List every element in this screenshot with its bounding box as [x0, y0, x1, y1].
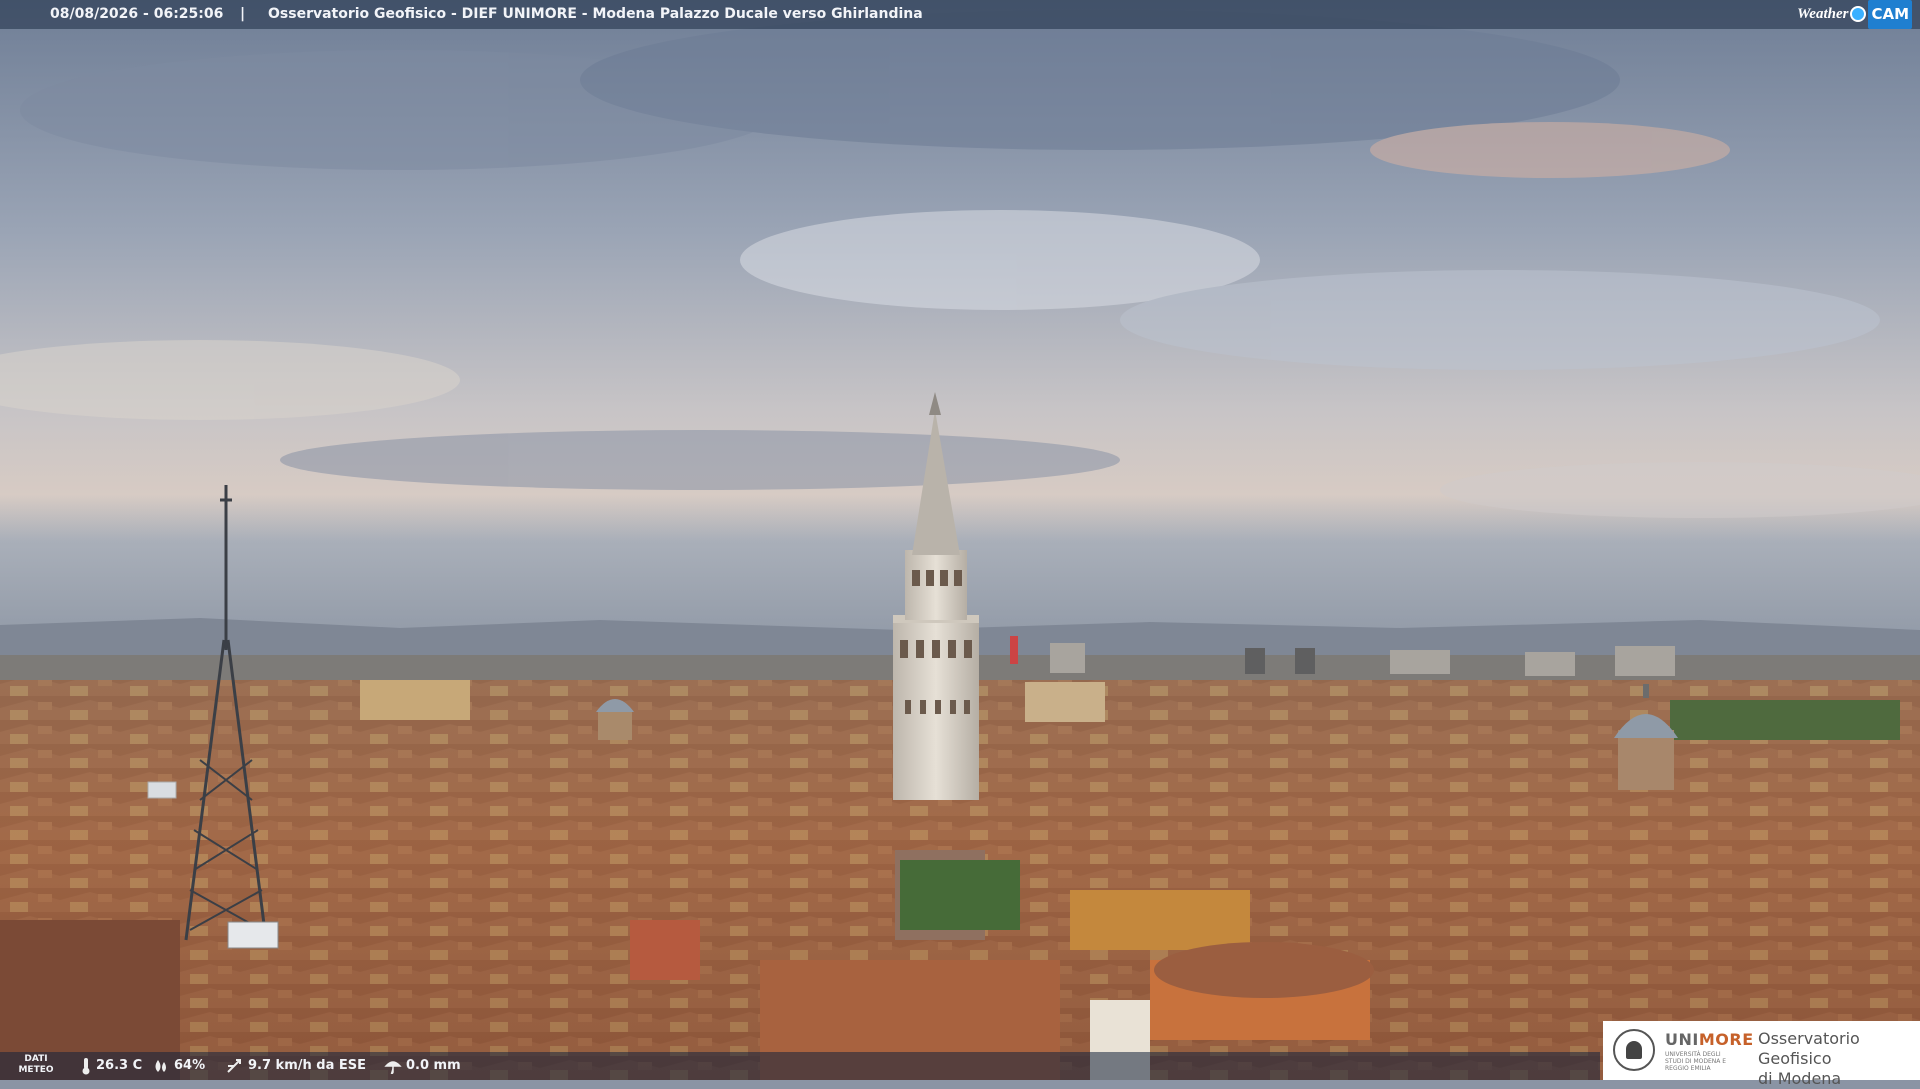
- humidity-value: 64%: [174, 1058, 206, 1073]
- webcam-scene: [0, 0, 1920, 1080]
- weather-data-bar: DATI METEO 26.3 C 64% 9.7 km/h da ESE 0.…: [0, 1052, 1600, 1080]
- weathercam-dot-icon: [1850, 6, 1867, 22]
- wind-icon: [227, 1059, 241, 1073]
- observatory-line2: di Modena: [1758, 1069, 1842, 1088]
- university-seal-icon: [1613, 1029, 1655, 1071]
- rain-value: 0.0 mm: [406, 1058, 461, 1073]
- temperature-reading: 26.3 C: [80, 1052, 142, 1080]
- uni-part1: UNI: [1665, 1030, 1699, 1049]
- rain-reading: 0.0 mm: [384, 1052, 461, 1080]
- separator: |: [240, 6, 246, 22]
- temperature-value: 26.3 C: [96, 1058, 143, 1073]
- weather-label-line2: METEO: [18, 1065, 54, 1075]
- wind-reading: 9.7 km/h da ESE: [226, 1052, 366, 1080]
- uni-part2: MORE: [1698, 1030, 1754, 1049]
- rain-icon: [384, 1061, 402, 1074]
- observatory-name: Osservatorio Geofisico di Modena: [1758, 1029, 1920, 1089]
- unimore-subtitle: UNIVERSITÀ DEGLI STUDI DI MODENA E REGGI…: [1665, 1051, 1727, 1072]
- brand-weather: Weather: [1797, 5, 1849, 22]
- top-info-bar: 08/08/2026 - 06:25:06 | Osservatorio Geo…: [0, 0, 1920, 29]
- weather-label: DATI METEO: [18, 1054, 54, 1076]
- wind-value: 9.7 km/h da ESE: [248, 1058, 367, 1073]
- unimore-wordmark: UNIMORE: [1665, 1030, 1754, 1049]
- observatory-line1: Osservatorio Geofisico: [1758, 1029, 1860, 1068]
- unimore-observatory-logo: UNIMORE UNIVERSITÀ DEGLI STUDI DI MODENA…: [1603, 1021, 1920, 1088]
- brand-cam: CAM: [1868, 0, 1912, 29]
- thermometer-icon: [82, 1058, 90, 1075]
- timestamp: 08/08/2026 - 06:25:06: [50, 6, 224, 22]
- weather-label-line1: DATI: [24, 1054, 48, 1064]
- humidity-icon: [155, 1060, 166, 1072]
- weathercam-logo: Weather CAM: [1797, 0, 1912, 29]
- camera-title: Osservatorio Geofisico - DIEF UNIMORE - …: [268, 6, 923, 22]
- humidity-reading: 64%: [152, 1052, 205, 1080]
